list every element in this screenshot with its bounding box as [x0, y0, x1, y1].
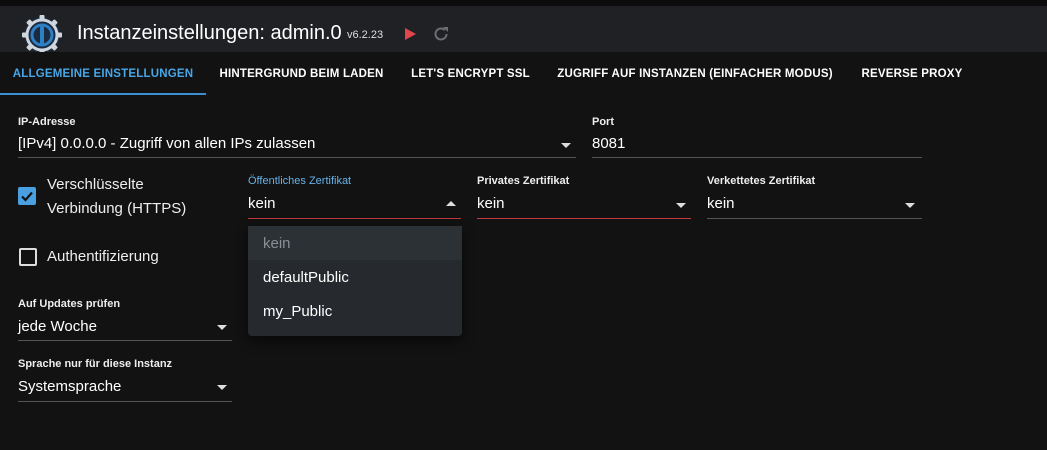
chained-cert-underline: [707, 218, 922, 219]
tab-background-loading[interactable]: HINTERGRUND BEIM LADEN: [206, 52, 397, 96]
authentication-checkbox[interactable]: [19, 248, 37, 266]
tab-bar: ALLGEMEINE EINSTELLUNGEN HINTERGRUND BEI…: [0, 52, 1047, 96]
updates-underline: [18, 340, 232, 341]
public-cert-dropdown-menu: kein defaultPublic my_Public: [248, 226, 462, 336]
port-underline: [592, 157, 922, 158]
ip-address-label: IP-Adresse: [18, 116, 76, 128]
chained-cert-label: Verkettetes Zertifikat: [707, 175, 816, 187]
language-arrow-icon[interactable]: [217, 385, 227, 390]
https-checkbox[interactable]: [18, 187, 36, 205]
tab-instance-access[interactable]: ZUGRIFF AUF INSTANZEN (EINFACHER MODUS): [544, 52, 846, 96]
chained-cert-arrow-icon[interactable]: [905, 203, 915, 208]
updates-select[interactable]: jede Woche: [18, 318, 97, 335]
play-icon[interactable]: [403, 27, 417, 41]
menu-item-defaultpublic[interactable]: defaultPublic: [248, 260, 462, 294]
language-select[interactable]: Systemsprache: [18, 378, 121, 395]
menu-item-kein[interactable]: kein: [248, 226, 462, 260]
https-label-line2: Verbindung (HTTPS): [47, 200, 187, 217]
page-title: Instanzeinstellungen: admin.0: [77, 22, 342, 44]
public-cert-label: Öffentliches Zertifikat: [248, 175, 352, 187]
private-cert-arrow-icon[interactable]: [676, 203, 686, 208]
tab-general-settings[interactable]: ALLGEMEINE EINSTELLUNGEN: [0, 52, 206, 96]
chained-cert-select[interactable]: kein: [707, 195, 735, 212]
reload-icon[interactable]: [432, 25, 450, 43]
public-cert-arrow-up-icon[interactable]: [446, 201, 456, 206]
ip-address-select[interactable]: [IPv4] 0.0.0.0 - Zugriff von allen IPs z…: [18, 135, 315, 152]
tab-reverse-proxy[interactable]: REVERSE PROXY: [846, 52, 978, 96]
ip-dropdown-arrow-icon[interactable]: [561, 143, 571, 148]
ip-address-underline: [18, 157, 576, 158]
app-header: Instanzeinstellungen: admin.0 v6.2.23: [0, 6, 1047, 55]
updates-label: Auf Updates prüfen: [18, 298, 121, 310]
authentication-label: Authentifizierung: [47, 248, 159, 265]
private-cert-label: Privates Zertifikat: [477, 175, 570, 187]
https-label-line1: Verschlüsselte: [47, 176, 144, 193]
menu-item-my-public[interactable]: my_Public: [248, 294, 462, 328]
public-cert-underline: [248, 218, 461, 219]
checkmark-icon: [21, 191, 33, 202]
language-label: Sprache nur für diese Instanz: [18, 358, 173, 370]
version-label: v6.2.23: [347, 29, 384, 41]
public-cert-select[interactable]: kein: [248, 195, 276, 212]
iobroker-logo-icon: [22, 15, 62, 55]
language-underline: [18, 401, 232, 402]
port-input[interactable]: 8081: [592, 135, 625, 152]
private-cert-underline: [477, 218, 691, 219]
updates-arrow-icon[interactable]: [217, 325, 227, 330]
tab-lets-encrypt[interactable]: LET'S ENCRYPT SSL: [397, 52, 544, 96]
active-tab-indicator: [0, 93, 206, 95]
port-label: Port: [592, 116, 614, 128]
private-cert-select[interactable]: kein: [477, 195, 505, 212]
